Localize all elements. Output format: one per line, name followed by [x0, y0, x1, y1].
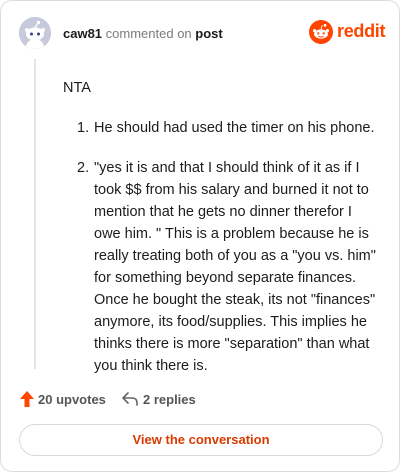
view-conversation-button[interactable]: View the conversation — [19, 424, 383, 456]
username-link[interactable]: caw81 — [63, 26, 102, 41]
comment-body: NTA 1. He should had used the timer on h… — [63, 77, 379, 395]
list-number: 2. — [77, 160, 90, 176]
upvote-arrow-icon — [20, 391, 34, 407]
comment-header: caw81 commented on post reddit — [19, 17, 386, 51]
comment-intro: NTA — [63, 80, 91, 96]
reply-arrow-icon — [122, 392, 138, 406]
upvote-count: 20 upvotes — [38, 392, 106, 407]
comment-card: caw81 commented on post reddit NTA 1. He… — [0, 0, 400, 472]
list-text: He should had used the timer on his phon… — [94, 120, 375, 136]
comment-meta: caw81 commented on post — [63, 26, 223, 41]
replies-button[interactable]: 2 replies — [121, 389, 201, 411]
reddit-wordmark: reddit — [337, 21, 386, 41]
replies-count: 2 replies — [143, 392, 196, 407]
list-item: 2. "yes it is and that I should think of… — [63, 157, 379, 377]
snoo-avatar-icon[interactable] — [19, 17, 51, 49]
upvote-button[interactable]: 20 upvotes — [19, 389, 109, 411]
reddit-logo-icon — [309, 20, 333, 44]
commented-on-text: commented on — [105, 26, 192, 41]
list-number: 1. — [77, 120, 90, 136]
thread-line[interactable] — [34, 59, 36, 369]
list-text: "yes it is and that I should think of it… — [94, 160, 376, 374]
post-link[interactable]: post — [195, 26, 222, 41]
list-item: 1. He should had used the timer on his p… — [63, 117, 379, 139]
reddit-logo[interactable]: reddit — [309, 19, 386, 45]
comment-list: 1. He should had used the timer on his p… — [63, 117, 379, 377]
